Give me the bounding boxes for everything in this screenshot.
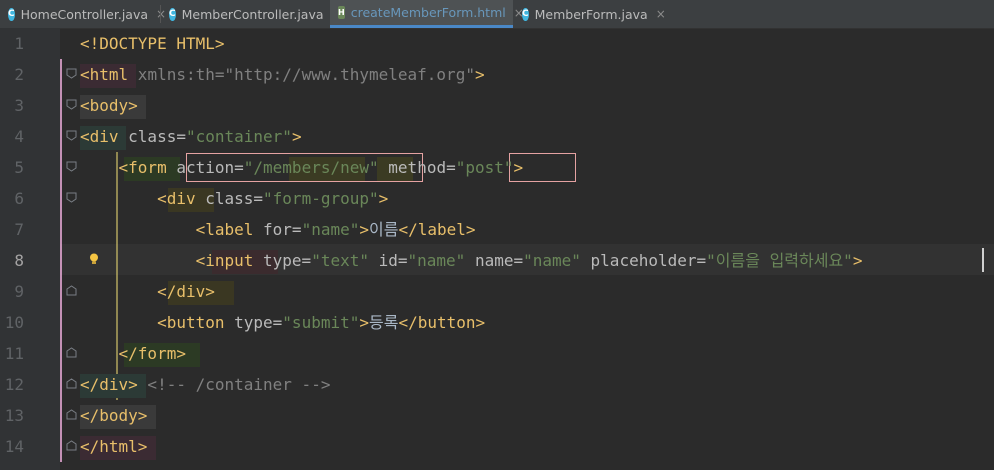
fold-open-icon[interactable]	[66, 130, 77, 141]
code-text: <body>	[80, 96, 138, 115]
fold-close-icon[interactable]	[66, 285, 77, 296]
fold-open-icon[interactable]	[66, 99, 77, 110]
line-number: 4	[14, 127, 24, 146]
fold-close-icon[interactable]	[66, 409, 77, 420]
code-text: </body>	[80, 406, 148, 425]
tab-home-controller[interactable]: C HomeController.java ×	[0, 0, 166, 28]
fold-open-icon[interactable]	[66, 68, 77, 79]
line-number: 9	[14, 282, 24, 301]
code-text: <label for="name">이름</label>	[195, 220, 476, 239]
java-class-icon: C	[522, 7, 529, 21]
line-number: 12	[4, 375, 24, 394]
code-line-14[interactable]: 14 </html>	[0, 431, 994, 462]
code-line-4[interactable]: 4 <div class="container">	[0, 121, 994, 152]
code-line-7[interactable]: 7 <label for="name">이름</label>	[0, 214, 994, 245]
code-text: <html xmlns:th="http://www.thymeleaf.org…	[80, 65, 485, 84]
line-number: 1	[14, 34, 24, 53]
code-text: <button type="submit">등록</button>	[157, 313, 486, 332]
line-number: 13	[4, 406, 24, 425]
tab-member-controller[interactable]: C MemberController.java ×	[161, 0, 342, 28]
code-text: <div class="container">	[80, 127, 302, 146]
code-line-3[interactable]: 3 <body>	[0, 90, 994, 121]
code-text: </div>	[157, 282, 215, 301]
line-number: 6	[14, 189, 24, 208]
code-text: </div> <!-- /container -->	[80, 375, 331, 394]
code-line-5[interactable]: 5 <form action="/members/new" method="po…	[0, 152, 994, 183]
fold-open-icon[interactable]	[66, 192, 77, 203]
fold-close-icon[interactable]	[66, 440, 77, 451]
line-number: 2	[14, 65, 24, 84]
line-number: 14	[4, 437, 24, 456]
tab-label: MemberForm.java	[534, 6, 648, 22]
line-number: 7	[14, 220, 24, 239]
code-line-2[interactable]: 2 <html xmlns:th="http://www.thymeleaf.o…	[0, 59, 994, 90]
line-number: 11	[4, 344, 24, 363]
fold-open-icon[interactable]	[66, 161, 77, 172]
line-number: 3	[14, 96, 24, 115]
line-number: 5	[14, 158, 24, 177]
code-text: </form>	[118, 344, 186, 363]
line-number: 10	[4, 313, 24, 332]
code-line-9[interactable]: 9 </div>	[0, 276, 994, 307]
code-line-11[interactable]: 11 </form>	[0, 338, 994, 369]
code-text: <!DOCTYPE HTML>	[80, 34, 225, 53]
java-class-icon: C	[169, 7, 176, 21]
code-line-8[interactable]: 8 <input type="text" id="name" name="nam…	[0, 245, 994, 276]
code-text: <input type="text" id="name" name="name"…	[195, 251, 863, 270]
tab-label: HomeController.java	[20, 6, 149, 22]
editor-tab-bar: C HomeController.java × C MemberControll…	[0, 0, 994, 29]
code-text: <div class="form-group">	[157, 189, 389, 208]
fold-close-icon[interactable]	[66, 378, 77, 389]
java-class-icon: C	[8, 7, 15, 21]
tab-create-member-form[interactable]: H createMemberForm.html ×	[330, 0, 524, 28]
code-line-1[interactable]: 1 <!DOCTYPE HTML>	[0, 28, 994, 59]
fold-close-icon[interactable]	[66, 347, 77, 358]
tab-member-form[interactable]: C MemberForm.java ×	[514, 0, 666, 28]
code-line-10[interactable]: 10 <button type="submit">등록</button>	[0, 307, 994, 338]
line-number: 8	[14, 251, 24, 270]
text-caret	[982, 248, 984, 272]
intention-bulb-icon[interactable]	[89, 250, 99, 264]
code-line-12[interactable]: 12 </div> <!-- /container -->	[0, 369, 994, 400]
code-text: </html>	[80, 437, 148, 456]
close-icon[interactable]: ×	[656, 7, 666, 21]
tab-label: MemberController.java	[181, 6, 324, 22]
code-line-13[interactable]: 13 </body>	[0, 400, 994, 431]
code-text: <form action="/members/new" method="post…	[118, 158, 524, 177]
code-line-6[interactable]: 6 <div class="form-group">	[0, 183, 994, 214]
html-file-icon: H	[338, 6, 345, 19]
tab-label: createMemberForm.html	[350, 5, 506, 20]
